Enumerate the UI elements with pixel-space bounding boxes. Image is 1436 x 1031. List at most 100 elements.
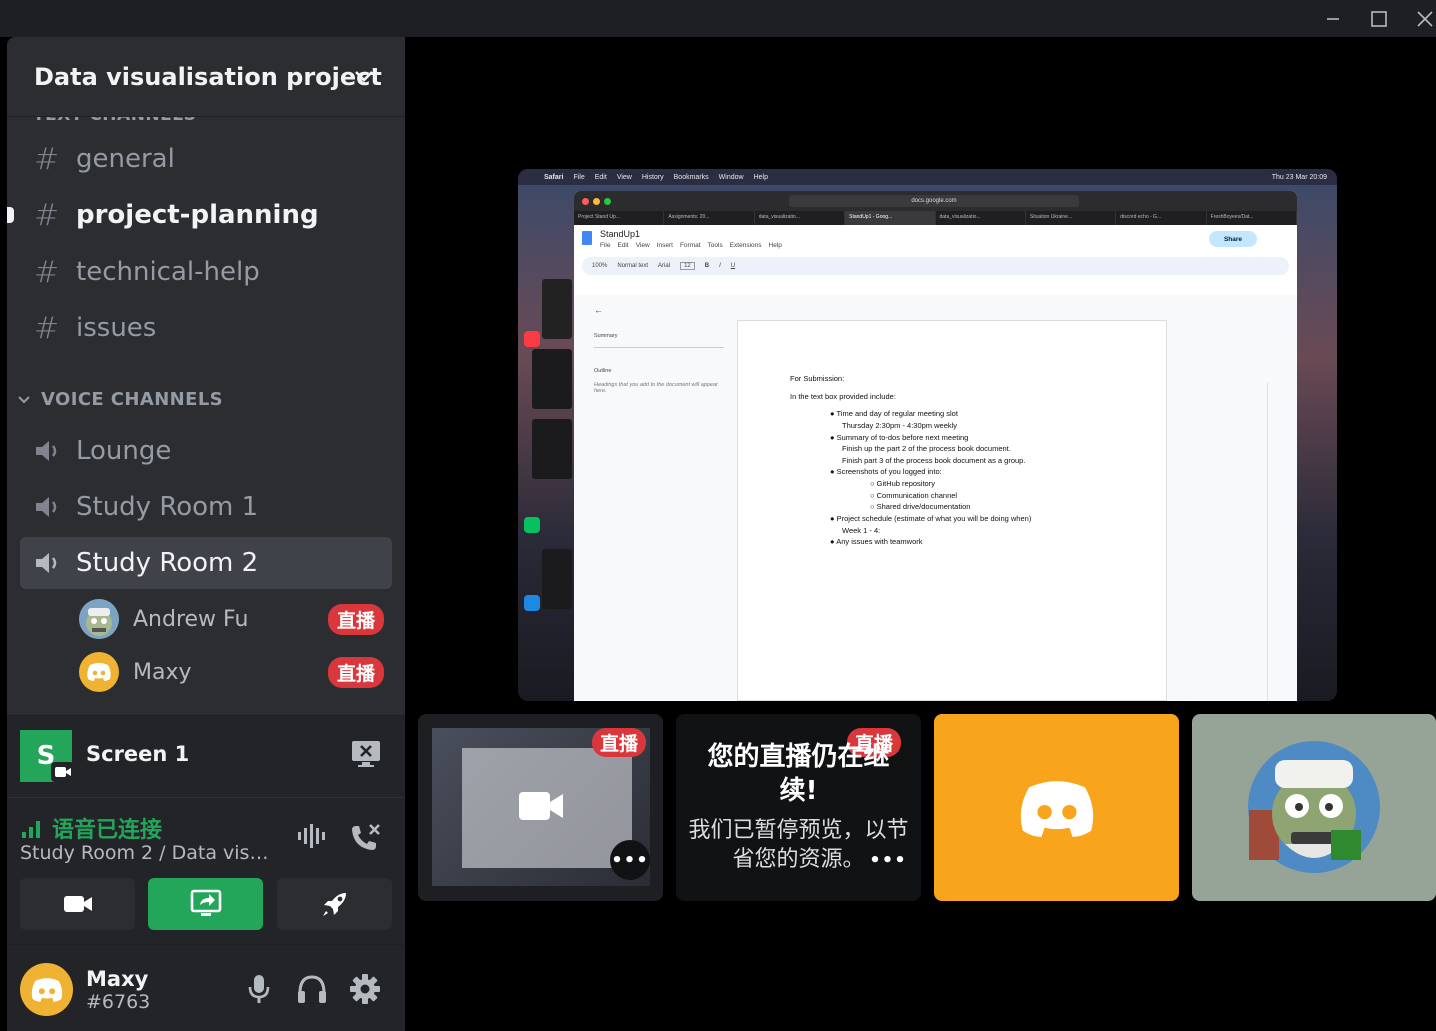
channel-name: general: [76, 144, 175, 174]
discord-avatar-icon: [79, 652, 119, 692]
hash-icon: #: [34, 310, 60, 346]
screen-share-icon: [190, 889, 221, 916]
voice-channel-lounge[interactable]: Lounge: [20, 425, 392, 477]
menu-item: View: [616, 173, 632, 181]
camera-icon: [51, 762, 75, 782]
doc-line: Thursday 2:30pm - 4:30pm weekly: [790, 420, 1166, 432]
voice-user-name: Maxy: [133, 659, 192, 685]
category-voice-channels[interactable]: VOICE CHANNELS: [15, 389, 223, 410]
channel-name: Lounge: [76, 436, 172, 466]
headphones-icon[interactable]: [296, 973, 328, 1005]
stream-tile-preview[interactable]: 直播 •••: [418, 714, 663, 901]
wechat-app-icon: [524, 517, 540, 533]
menu-item: History: [641, 173, 664, 181]
stop-streaming-icon[interactable]: [351, 740, 381, 768]
doc-line: ● Time and day of regular meeting slot: [790, 408, 1166, 420]
channel-project-planning[interactable]: # project-planning: [7, 189, 392, 241]
shared-screen-view[interactable]: Safari File Edit View History Bookmarks …: [518, 169, 1337, 701]
doc-line: ● Project schedule (estimate of what you…: [790, 513, 1166, 525]
doc-line-text: Screenshots of you logged into:: [836, 467, 942, 477]
doc-line-text: Any issues with teamwork: [836, 537, 923, 547]
stream-tile-paused[interactable]: 直播 您的直播仍在继续! 我们已暂停预览，以节省您的资源。 •••: [676, 714, 921, 901]
minimize-button[interactable]: [1310, 0, 1356, 37]
doc-line: Finish up the part 2 of the process book…: [790, 443, 1166, 455]
live-badge: 直播: [327, 656, 384, 688]
menu-item: Edit: [594, 173, 607, 181]
voice-user-andrew-fu[interactable]: Andrew Fu 直播: [79, 594, 384, 644]
live-badge: 直播: [327, 603, 384, 635]
bullet-icon: ●: [830, 467, 837, 477]
music-app-icon: [524, 331, 540, 347]
channel-name: Study Room 2: [76, 548, 259, 578]
menu-item: Tools: [707, 242, 723, 249]
doc-line: Week 1 - 4:: [790, 525, 1166, 537]
discord-avatar-icon[interactable]: [20, 963, 73, 1016]
channel-issues[interactable]: # issues: [20, 302, 392, 354]
participant-tile-maxy[interactable]: [934, 714, 1179, 901]
channel-name: project-planning: [76, 200, 319, 230]
font-value: Arial: [658, 263, 671, 269]
voice-channel-study-room-1[interactable]: Study Room 1: [20, 481, 392, 533]
window-close-dot: [582, 197, 589, 205]
voice-connection-panel: 语音已连接 Study Room 2 / Data visualisation …: [7, 797, 405, 944]
hash-icon: #: [34, 141, 60, 177]
avatar: [79, 599, 119, 639]
participant-tile-andrew-fu[interactable]: [1192, 714, 1436, 901]
browser-tab: Project Stand Up...: [574, 211, 665, 225]
doc-line-text: Time and day of regular meeting slot: [836, 409, 958, 419]
channel-general[interactable]: # general: [20, 133, 392, 185]
browser-tab: discord echo - G...: [1116, 211, 1207, 225]
browser-toolbar: docs.google.com: [574, 191, 1297, 211]
voice-status-text: 语音已连接: [52, 818, 163, 843]
channel-name: technical-help: [76, 257, 260, 287]
gear-icon[interactable]: [349, 973, 381, 1005]
doc-title: StandUp1: [600, 229, 641, 239]
close-button[interactable]: [1402, 0, 1436, 37]
doc-page: For Submission: In the text box provided …: [737, 320, 1167, 701]
microphone-icon[interactable]: [247, 973, 271, 1005]
channel-technical-help[interactable]: # technical-help: [20, 246, 392, 298]
activity-button[interactable]: [277, 878, 392, 930]
channel-name: issues: [76, 313, 157, 343]
chevron-down-icon: [355, 71, 373, 82]
stage-manager-strip: [518, 269, 574, 689]
doc-line: In the text box provided include:: [790, 391, 1166, 403]
outline-hint: Headings that you add to the document wi…: [594, 382, 718, 394]
browser-tab: data_visualizatio...: [936, 211, 1026, 225]
voice-user-maxy[interactable]: Maxy 直播: [79, 647, 384, 697]
docs-share-button: Share: [1209, 231, 1257, 247]
disconnect-icon[interactable]: [348, 822, 382, 854]
more-options-button[interactable]: •••: [868, 840, 908, 880]
bullet-icon: ○: [870, 502, 877, 512]
menu-item: Safari: [544, 173, 564, 181]
video-camera-icon: [63, 896, 92, 912]
server-name: Data visualisation project: [34, 62, 382, 91]
more-options-button[interactable]: •••: [610, 840, 650, 880]
voice-location[interactable]: Study Room 2 / Data visualisation projec…: [20, 842, 280, 864]
screen-share-button[interactable]: [148, 878, 263, 930]
menu-item: File: [573, 173, 585, 181]
document-outline: ← Summary Outline Headings that you add …: [594, 305, 724, 394]
menu-item: Help: [753, 173, 768, 181]
chevron-down-icon: [18, 395, 30, 403]
voice-status: 语音已连接: [20, 812, 162, 844]
voice-channel-study-room-2[interactable]: Study Room 2: [20, 537, 392, 589]
noise-suppression-icon[interactable]: [296, 822, 328, 850]
doc-line: ● Summary of to-dos before next meeting: [790, 432, 1166, 444]
browser-tabs: Project Stand Up... Assignments: 20... d…: [574, 211, 1297, 225]
mail-app-icon: [524, 595, 540, 611]
server-header[interactable]: Data visualisation project: [7, 37, 405, 117]
font-size-value: 12: [680, 262, 695, 270]
rocket-icon: [322, 893, 346, 916]
camera-button[interactable]: [20, 878, 135, 930]
doc-line-text: In the text box provided include:: [790, 391, 896, 401]
browser-window: docs.google.com Project Stand Up... Assi…: [574, 191, 1297, 701]
bullet-icon: ○: [870, 490, 877, 500]
doc-line: ○ GitHub repository: [790, 478, 1166, 490]
maximize-button[interactable]: [1356, 0, 1402, 37]
live-badge: 直播: [592, 728, 647, 757]
docs-toolbar: 100% Normal text Arial 12 BIU: [582, 257, 1289, 275]
doc-line-text: For Submission:: [790, 374, 845, 383]
window-zoom-dot: [604, 197, 611, 205]
unread-indicator: [7, 207, 14, 223]
